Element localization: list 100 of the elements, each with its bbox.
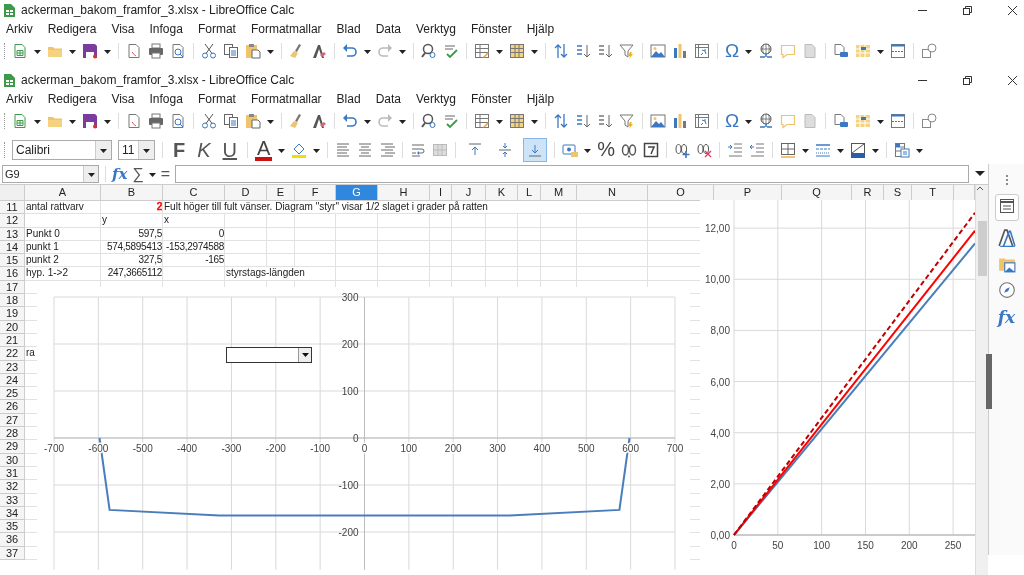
- calendar-icon[interactable]: [643, 141, 660, 158]
- close-icon[interactable]: [1007, 4, 1018, 16]
- row-header[interactable]: 28: [0, 427, 25, 441]
- close-icon[interactable]: [1007, 74, 1018, 86]
- caret-up-icon[interactable]: [976, 185, 984, 192]
- menu-item[interactable]: Fönster: [467, 21, 516, 36]
- bold-button[interactable]: F: [170, 139, 189, 160]
- image-icon[interactable]: [650, 43, 666, 59]
- functions-button[interactable]: fx: [997, 307, 1016, 327]
- formula-input-field[interactable]: [175, 165, 969, 183]
- column-header[interactable]: Q: [782, 185, 852, 201]
- menu-item[interactable]: Formatmallar: [246, 21, 326, 36]
- sidebar-handle[interactable]: [986, 354, 992, 409]
- menu-item[interactable]: Blad: [332, 91, 365, 106]
- column-header[interactable]: P: [714, 185, 782, 201]
- column-header[interactable]: D: [225, 185, 267, 201]
- search-icon[interactable]: [421, 43, 437, 59]
- table-icon[interactable]: [509, 113, 525, 129]
- column-header[interactable]: E: [267, 185, 295, 201]
- sort-icon[interactable]: [597, 113, 613, 129]
- name-box[interactable]: G9: [2, 165, 99, 183]
- column-header[interactable]: G: [336, 185, 378, 201]
- special-character-button[interactable]: Ω: [725, 112, 740, 130]
- document-icon[interactable]: [126, 113, 142, 129]
- bar-chart-icon[interactable]: [672, 113, 688, 129]
- sheet-icon[interactable]: [12, 113, 28, 129]
- funnel-icon[interactable]: [619, 113, 635, 129]
- menu-item[interactable]: Visa: [107, 91, 139, 106]
- row-header[interactable]: 29: [0, 440, 25, 454]
- paint-bucket-icon[interactable]: [291, 141, 308, 158]
- gallery-icon[interactable]: [997, 255, 1016, 273]
- row-header[interactable]: 25: [0, 387, 25, 401]
- row-header[interactable]: 19: [0, 307, 25, 321]
- undo-icon[interactable]: [342, 113, 358, 129]
- printer-icon[interactable]: [148, 43, 164, 59]
- magnifier-page-icon[interactable]: [170, 43, 186, 59]
- sort-icon[interactable]: [597, 43, 613, 59]
- row-header[interactable]: 12: [0, 214, 25, 228]
- clipboard-icon[interactable]: [245, 113, 261, 129]
- check-mark-icon[interactable]: [443, 43, 459, 59]
- page-printer-icon[interactable]: [833, 113, 850, 129]
- row-header[interactable]: 15: [0, 254, 25, 268]
- scissors-icon[interactable]: [201, 113, 217, 129]
- grid-icon[interactable]: [855, 43, 872, 59]
- column-header[interactable]: C: [163, 185, 225, 201]
- menu-item[interactable]: Format: [193, 21, 240, 36]
- scrollbar-thumb[interactable]: [978, 221, 987, 276]
- menu-item[interactable]: Infoga: [145, 91, 187, 106]
- column-header[interactable]: A: [25, 185, 101, 201]
- row-header[interactable]: 18: [0, 294, 25, 308]
- column-header[interactable]: H: [378, 185, 430, 201]
- row-header[interactable]: 35: [0, 520, 25, 534]
- compass-icon[interactable]: [997, 281, 1016, 299]
- menu-item[interactable]: Fönster: [467, 91, 516, 106]
- magnifier-page-icon[interactable]: [170, 113, 186, 129]
- borders-icon[interactable]: [780, 141, 797, 158]
- globe-icon[interactable]: [758, 43, 775, 59]
- table-icon[interactable]: [474, 43, 490, 59]
- column-header[interactable]: K: [486, 185, 518, 201]
- table-icon[interactable]: [509, 43, 525, 59]
- eraser-icon[interactable]: [311, 113, 327, 129]
- funnel-icon[interactable]: [619, 43, 635, 59]
- floppy-icon[interactable]: [82, 43, 98, 59]
- table-icon[interactable]: [474, 113, 490, 129]
- combo-box[interactable]: [226, 347, 312, 363]
- menu-item[interactable]: Formatmallar: [246, 91, 326, 106]
- row-header[interactable]: 32: [0, 480, 25, 494]
- delete-decimal-icon[interactable]: [696, 141, 713, 158]
- menu-item[interactable]: Arkiv: [2, 21, 37, 36]
- window-icon[interactable]: [890, 43, 907, 59]
- wrap-text-icon[interactable]: [410, 141, 427, 158]
- sort-icon[interactable]: [575, 113, 591, 129]
- more-options-icon[interactable]: [1004, 174, 1009, 186]
- eraser-icon[interactable]: [311, 43, 327, 59]
- menu-item[interactable]: Blad: [332, 21, 365, 36]
- menu-item[interactable]: Arkiv: [2, 91, 37, 106]
- menu-item[interactable]: Verktyg: [412, 91, 460, 106]
- column-header[interactable]: O: [648, 185, 714, 201]
- underline-button[interactable]: U: [219, 139, 240, 160]
- special-character-button[interactable]: Ω: [725, 42, 740, 60]
- search-icon[interactable]: [421, 113, 437, 129]
- add-decimal-icon[interactable]: [674, 141, 691, 158]
- font-size-field[interactable]: 11: [118, 139, 155, 160]
- column-header[interactable]: I: [430, 185, 452, 201]
- restore-icon[interactable]: [962, 74, 973, 86]
- copy-icon[interactable]: [223, 113, 239, 129]
- function-wizard-button[interactable]: fx: [112, 165, 128, 183]
- menu-item[interactable]: Redigera: [43, 91, 101, 106]
- conditional-format-icon[interactable]: [894, 141, 911, 158]
- row-header[interactable]: 22: [0, 347, 25, 361]
- column-header[interactable]: B: [101, 185, 163, 201]
- floppy-icon[interactable]: [82, 113, 98, 129]
- bar-chart-icon[interactable]: [672, 43, 688, 59]
- row-header[interactable]: 16: [0, 267, 25, 281]
- sheet-icon[interactable]: [12, 43, 28, 59]
- styles-icon[interactable]: [997, 229, 1016, 247]
- sum-button[interactable]: ∑: [132, 165, 144, 183]
- column-header[interactable]: R: [852, 185, 884, 201]
- percent-button[interactable]: %: [597, 138, 616, 161]
- row-header[interactable]: 11: [0, 201, 25, 215]
